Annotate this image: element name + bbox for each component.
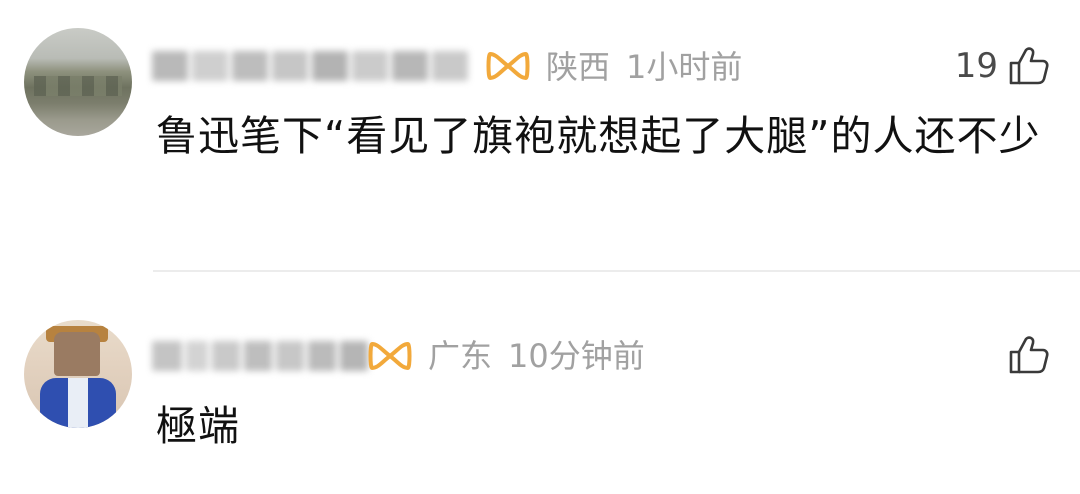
- comment-item: 陕西 1小时前 19 鲁迅笔下“看见了旗袍就想起了大腿”的人还不少: [0, 0, 1080, 272]
- comment-text: 極端: [156, 402, 240, 450]
- username-blurred[interactable]: [152, 46, 472, 86]
- avatar[interactable]: [24, 28, 132, 136]
- thumb-up-icon: [1009, 47, 1049, 85]
- thumb-up-icon: [1009, 336, 1049, 374]
- time-label: 1小时前: [626, 48, 743, 86]
- username-blurred[interactable]: [152, 336, 372, 376]
- avatar[interactable]: [24, 320, 132, 428]
- region-label: 广东: [428, 337, 493, 375]
- region-label: 陕西: [546, 48, 611, 86]
- comment-text: 鲁迅笔下“看见了旗袍就想起了大腿”的人还不少: [156, 112, 1041, 160]
- comment-meta: 陕西 1小时前: [546, 47, 742, 87]
- time-label: 10分钟前: [508, 337, 645, 375]
- like-button[interactable]: 19: [955, 46, 1050, 86]
- svip-badge-icon: [368, 342, 412, 370]
- comment-item: [0, 272, 1080, 494]
- like-count: 19: [954, 46, 998, 86]
- like-button[interactable]: [1008, 335, 1050, 375]
- comment-meta: 广东 10分钟前: [428, 336, 645, 376]
- svip-badge-icon: [486, 52, 530, 80]
